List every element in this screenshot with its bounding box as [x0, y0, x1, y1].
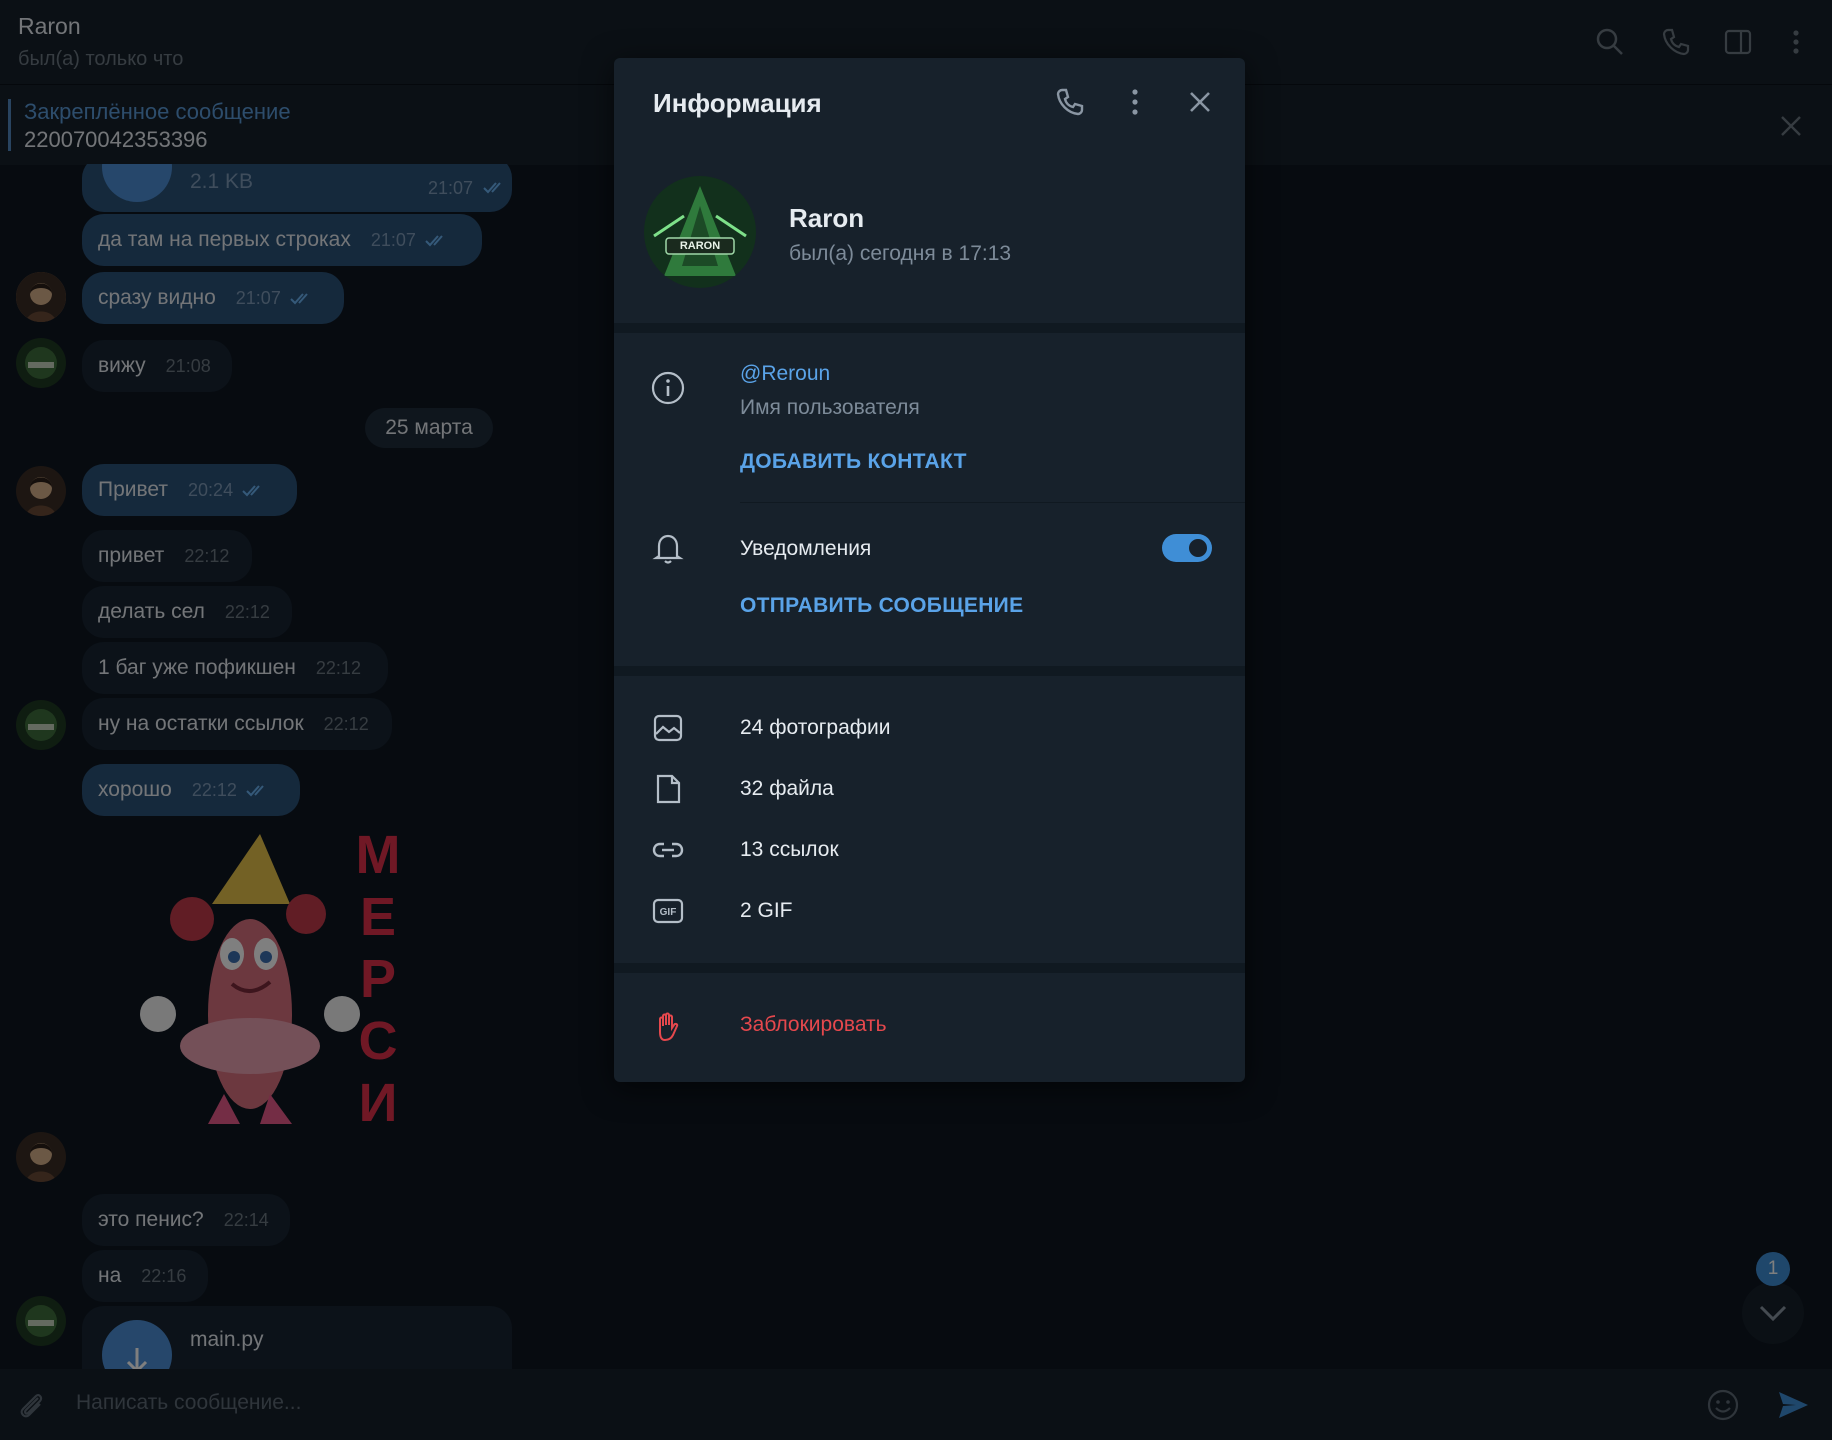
gif-icon: GIF — [650, 893, 686, 929]
add-contact-button[interactable]: ДОБАВИТЬ КОНТАКТ — [740, 450, 967, 474]
media-photos[interactable]: 24 фотографии — [740, 716, 891, 740]
svg-text:GIF: GIF — [660, 907, 677, 918]
more-icon[interactable] — [1119, 86, 1151, 118]
profile-name: Raron — [789, 203, 865, 233]
media-links[interactable]: 13 ссылок — [740, 838, 839, 862]
photo-icon — [650, 710, 686, 746]
media-files[interactable]: 32 файла — [740, 777, 834, 801]
close-icon[interactable] — [1184, 86, 1216, 118]
info-panel: Информация RARON Raron был(а) сегодня в … — [614, 58, 1245, 1082]
separator — [614, 963, 1245, 973]
toggle-knob — [1187, 537, 1209, 559]
divider — [740, 502, 1245, 503]
separator — [614, 666, 1245, 676]
separator — [614, 323, 1245, 333]
bell-icon — [650, 530, 686, 566]
avatar-label: RARON — [679, 240, 721, 252]
file-icon — [650, 771, 686, 807]
info-icon — [650, 370, 686, 406]
block-user-button[interactable]: Заблокировать — [740, 1013, 887, 1037]
media-gifs[interactable]: 2 GIF — [740, 899, 793, 923]
username[interactable]: @Reroun — [740, 362, 830, 386]
hand-stop-icon — [650, 1008, 686, 1044]
panel-title: Информация — [653, 88, 822, 118]
notifications-toggle[interactable] — [1162, 534, 1212, 562]
profile-status: был(а) сегодня в 17:13 — [789, 242, 1012, 265]
link-icon — [650, 832, 686, 868]
profile-avatar[interactable]: RARON — [644, 176, 756, 288]
phone-icon[interactable] — [1054, 86, 1086, 118]
username-label: Имя пользователя — [740, 396, 920, 419]
send-message-button[interactable]: ОТПРАВИТЬ СООБЩЕНИЕ — [740, 594, 1023, 618]
notifications-label: Уведомления — [740, 537, 872, 560]
